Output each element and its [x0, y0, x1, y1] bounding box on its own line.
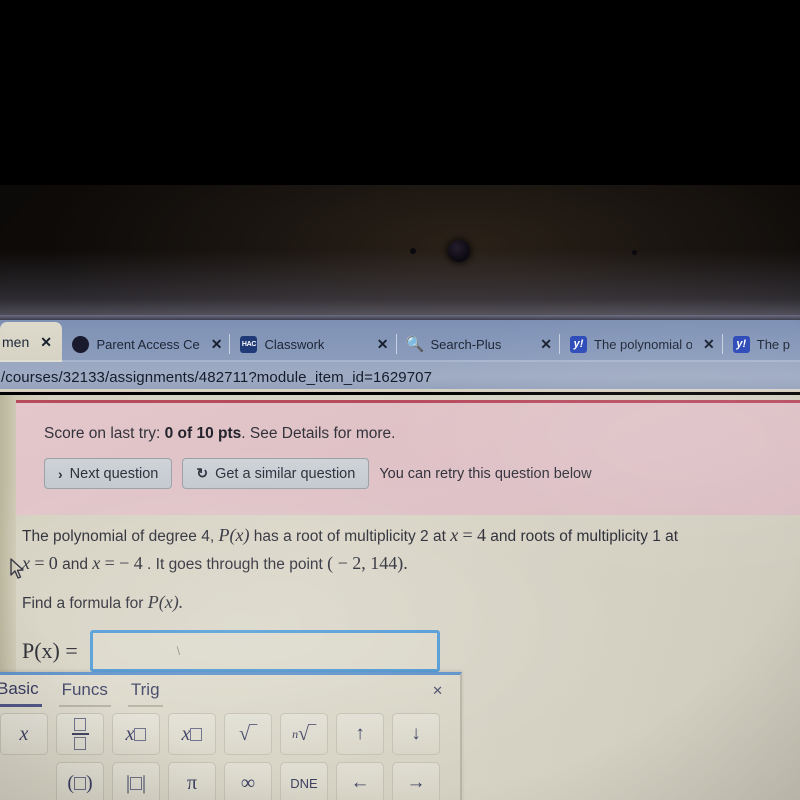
keypad-row-2: () | | π ∞ DNE ← →	[0, 762, 460, 800]
score-alert-banner: Score on last try: 0 of 10 pts. See Deta…	[16, 400, 800, 515]
tab-title: Search-Plus	[430, 336, 502, 352]
browser-tab-2[interactable]: HAC Classwork ✕	[230, 326, 397, 362]
key-superscript[interactable]: x	[112, 713, 160, 755]
key-sqrt[interactable]: √‾	[224, 713, 272, 755]
answer-input[interactable]: \	[89, 630, 440, 672]
math-keypad: Basic Funcs Trig ✕ x x x √‾ n √‾ ↑ ↓ ()…	[0, 672, 462, 800]
keypad-tabs: Basic Funcs Trig	[0, 679, 163, 707]
problem-text-b: has a root of multiplicity 2 at	[253, 528, 446, 545]
tab-close-icon[interactable]: ✕	[36, 334, 52, 351]
problem-eq-2: =	[34, 553, 45, 573]
key-dne[interactable]: DNE	[280, 762, 328, 800]
problem-x-3: x	[92, 553, 101, 573]
retry-note: You can retry this question below	[379, 465, 592, 482]
yahoo-favicon-icon: y!	[732, 335, 750, 353]
problem-x-1: x	[450, 525, 459, 545]
next-question-label: Next question	[69, 465, 159, 482]
circle-favicon-icon	[72, 335, 90, 353]
problem-point: ( − 2, 144).	[327, 553, 408, 573]
problem-val-2: 0	[48, 553, 58, 573]
find-formula-Px: P(x).	[147, 592, 184, 612]
browser-tab-4[interactable]: y! The polynomial o ✕	[560, 326, 723, 362]
alert-actions: › Next question ↻ Get a similar question…	[44, 458, 592, 489]
key-fraction[interactable]	[56, 713, 104, 755]
problem-text-c: and roots of multiplicity 1 at	[490, 528, 679, 545]
tab-close-icon[interactable]: ✕	[207, 336, 223, 353]
score-value: 0 of 10 pts	[164, 425, 242, 442]
score-message: Score on last try: 0 of 10 pts. See Deta…	[44, 425, 395, 443]
get-similar-question-button[interactable]: ↻ Get a similar question	[182, 458, 370, 489]
search-icon: 🔍	[405, 336, 425, 353]
problem-val-1: 4	[476, 525, 486, 545]
answer-label: P(x) =	[22, 638, 78, 663]
tab-title: The p	[756, 336, 791, 352]
problem-eq-1: =	[462, 525, 473, 545]
keypad-close-icon[interactable]: ✕	[432, 683, 443, 699]
tab-title: Parent Access Ce	[96, 336, 200, 352]
score-prefix: Score on last try:	[44, 425, 165, 442]
score-suffix: . See Details for more.	[241, 425, 396, 442]
browser-tab-3[interactable]: 🔍 Search-Plus ✕	[397, 326, 561, 362]
keypad-tab-trig[interactable]: Trig	[127, 680, 163, 707]
tab-title: The polynomial o	[594, 336, 693, 352]
browser-tab-1[interactable]: Parent Access Ce ✕	[62, 326, 231, 362]
key-x[interactable]: x	[0, 713, 48, 755]
problem-line-1: The polynomial of degree 4, P(x) has a r…	[22, 522, 782, 550]
keypad-rows: x x x √‾ n √‾ ↑ ↓ () | | π ∞ DNE ← →	[0, 713, 460, 800]
key-parentheses[interactable]: ()	[56, 762, 104, 800]
mouse-cursor-icon	[10, 558, 24, 579]
address-bar[interactable]: /courses/32133/assignments/482711?module…	[0, 362, 800, 392]
problem-tail: . It goes through the point	[147, 556, 323, 573]
key-infinity[interactable]: ∞	[224, 762, 272, 800]
keypad-tab-funcs[interactable]: Funcs	[58, 680, 111, 707]
chevron-right-icon: ›	[58, 465, 63, 482]
problem-Px: P(x)	[218, 525, 250, 545]
tab-close-icon[interactable]: ✕	[699, 336, 715, 353]
page-content: Score on last try: 0 of 10 pts. See Deta…	[0, 395, 800, 800]
bezel-sheen	[0, 250, 800, 320]
url-text: /courses/32133/assignments/482711?module…	[1, 368, 433, 386]
keypad-row-1: x x x √‾ n √‾ ↑ ↓	[0, 713, 460, 755]
browser-tab-strip: men ✕ Parent Access Ce ✕ HAC Classwork ✕…	[0, 320, 800, 362]
key-arrow-down[interactable]: ↓	[392, 713, 440, 755]
key-arrow-right[interactable]: →	[392, 762, 440, 800]
problem-val-3: − 4	[119, 553, 143, 573]
next-question-button[interactable]: › Next question	[44, 458, 173, 489]
key-arrow-left[interactable]: ←	[336, 762, 384, 800]
tab-close-icon[interactable]: ✕	[373, 336, 389, 353]
webcam-icon	[448, 240, 470, 262]
problem-line-2: x = 0 and x = − 4 . It goes through the …	[22, 550, 782, 578]
key-absolute-value[interactable]: | |	[112, 762, 160, 800]
tab-title: men	[2, 334, 30, 350]
key-pi[interactable]: π	[168, 762, 216, 800]
tab-title: Classwork	[264, 336, 325, 352]
browser-tab-5[interactable]: y! The p	[723, 326, 800, 362]
key-nth-root[interactable]: n √‾	[280, 713, 328, 755]
browser-tab-0[interactable]: men ✕	[0, 322, 63, 362]
refresh-icon: ↻	[196, 465, 209, 481]
keypad-tab-basic[interactable]: Basic	[0, 679, 42, 707]
yahoo-favicon-icon: y!	[570, 335, 588, 353]
key-subscript[interactable]: x	[168, 713, 216, 755]
similar-question-label: Get a similar question	[215, 465, 356, 482]
dark-room-background	[0, 0, 800, 185]
problem-statement: The polynomial of degree 4, P(x) has a r…	[22, 522, 782, 578]
key-arrow-up[interactable]: ↑	[336, 713, 384, 755]
answer-row: P(x) = \	[22, 630, 440, 672]
hac-favicon-icon: HAC	[240, 335, 258, 353]
laptop-screen-photo: men ✕ Parent Access Ce ✕ HAC Classwork ✕…	[0, 0, 800, 800]
problem-text-a: The polynomial of degree 4,	[22, 528, 215, 545]
find-formula-instruction: Find a formula for P(x).	[22, 592, 183, 613]
problem-and: and	[62, 556, 88, 573]
text-caret-icon: \	[176, 644, 181, 658]
webcam-indicator-right-icon	[632, 250, 637, 255]
webcam-indicator-left-icon	[410, 248, 416, 254]
tab-close-icon[interactable]: ✕	[536, 336, 552, 353]
problem-eq-3: =	[104, 553, 115, 573]
find-formula-text: Find a formula for	[22, 595, 144, 612]
